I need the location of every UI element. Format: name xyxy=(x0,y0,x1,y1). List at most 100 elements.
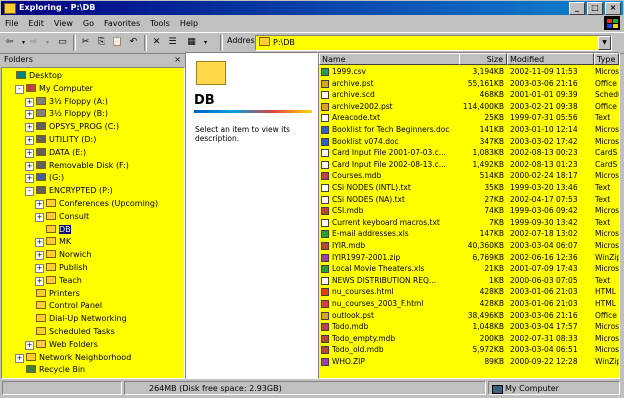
column-header-modified[interactable]: Modified xyxy=(507,53,594,65)
menu-file[interactable]: File xyxy=(0,16,23,31)
file-row[interactable]: nu_courses_2003_F.html 428KB 2003-01-06 21… xyxy=(319,298,619,310)
file-row[interactable]: Booklist v074.doc 347KB 2003-03-02 17:42 Mi… xyxy=(319,136,619,148)
tree-item[interactable]: Network Neighborhood xyxy=(26,352,131,364)
tree-item[interactable]: 3½ Floppy (A:) xyxy=(36,96,108,108)
undo-icon[interactable]: ↶ xyxy=(126,36,141,49)
file-row[interactable]: archive.scd 468KB 2001-01-01 09:39 Schedu xyxy=(319,89,619,101)
file-row[interactable]: Todo_empty.mdb 200KB 2002-07-31 08:33 Micro… xyxy=(319,333,619,345)
control-panel-icon xyxy=(36,301,46,310)
expand-toggle-icon[interactable]: + xyxy=(25,340,34,350)
expand-toggle-icon[interactable]: + xyxy=(25,110,34,120)
folder-icon xyxy=(46,211,56,220)
file-row[interactable]: outlook.pst 38,496KB 2003-03-06 21:16 Offic… xyxy=(319,310,619,322)
minimize-button[interactable]: _ xyxy=(569,2,585,15)
expand-toggle-icon[interactable]: + xyxy=(35,264,44,273)
expand-toggle-icon[interactable]: + xyxy=(25,148,34,158)
tree-item[interactable]: Removable Disk (F:) xyxy=(36,160,129,172)
tree-item[interactable]: Web Folders xyxy=(36,339,98,351)
views-icon[interactable]: ▦ xyxy=(184,36,199,49)
file-row[interactable]: Card Input File 2002-08-13.c... 1,492KB 20… xyxy=(319,159,619,171)
tree-item[interactable]: Scheduled Tasks xyxy=(36,326,115,338)
expand-toggle-icon[interactable]: - xyxy=(25,187,34,197)
address-dropdown-button[interactable]: ▼ xyxy=(598,36,611,50)
forward-icon[interactable]: ⇨ xyxy=(26,36,41,49)
tree-item[interactable]: Teach xyxy=(46,275,82,287)
file-row[interactable]: CSi NODES (INTL).txt 35KB 1999-03-20 13:46… xyxy=(319,182,619,194)
expand-toggle-icon[interactable]: + xyxy=(35,212,44,222)
tree-item[interactable]: 3½ Floppy (B:) xyxy=(36,108,108,120)
views-dropdown-icon[interactable]: ▾ xyxy=(198,36,213,49)
expand-toggle-icon[interactable]: + xyxy=(25,161,34,171)
expand-toggle-icon[interactable]: + xyxy=(15,353,24,363)
title-bar[interactable]: Exploring - P:\DB _ □ × xyxy=(1,1,623,15)
status-location: My Computer xyxy=(488,381,620,395)
tree-item[interactable]: Printers xyxy=(36,288,80,300)
tree-item[interactable]: Publish xyxy=(46,262,88,274)
close-pane-icon[interactable]: × xyxy=(174,54,181,66)
tree-item[interactable]: DB xyxy=(46,224,71,236)
paste-icon[interactable]: 📋 xyxy=(110,36,125,49)
file-row[interactable]: IYIR1997-2001.zip 6,769KB 2002-06-16 12:36… xyxy=(319,252,619,264)
maximize-button[interactable]: □ xyxy=(587,2,603,15)
file-row[interactable]: IYIR.mdb 40,360KB 2003-03-04 06:07 Micros xyxy=(319,240,619,252)
tree-item[interactable]: Dial-Up Networking xyxy=(36,313,127,325)
expand-toggle-icon[interactable]: - xyxy=(15,84,24,94)
menu-help[interactable]: Help xyxy=(175,16,203,31)
forward-dropdown-icon[interactable]: ▾ xyxy=(40,36,55,49)
file-row[interactable]: CSi NODES (NA).txt 27KB 2002-04-17 07:53 Te… xyxy=(319,194,619,206)
tree-item[interactable]: Control Panel xyxy=(36,300,102,312)
tree-item[interactable]: Norwich xyxy=(46,249,91,261)
expand-toggle-icon[interactable]: + xyxy=(35,276,44,286)
column-header-type[interactable]: Type xyxy=(594,53,619,65)
back-icon[interactable]: ⇦ xyxy=(2,36,17,49)
tree-item[interactable]: UTILITY (D:) xyxy=(36,134,96,146)
file-row[interactable]: Courses.mdb 514KB 2000-02-24 18:17 Micros xyxy=(319,170,619,182)
delete-icon[interactable]: ✕ xyxy=(149,36,164,49)
close-button[interactable]: × xyxy=(605,2,621,15)
menu-view[interactable]: View xyxy=(49,16,78,31)
tree-item[interactable]: Conferences (Upcoming) xyxy=(46,198,158,210)
file-row[interactable]: CSI.mdb 74KB 1999-03-06 09:42 Micros xyxy=(319,205,619,217)
file-row[interactable]: NEWS DISTRIBUTION REQ... 1KB 2000-06-03 07… xyxy=(319,275,619,287)
address-field[interactable]: P:\DB ▼ xyxy=(255,35,612,51)
expand-toggle-icon[interactable]: + xyxy=(35,238,44,248)
file-row[interactable]: E-mail addresses.xls 147KB 2002-07-18 13:0… xyxy=(319,228,619,240)
tree-item[interactable]: ENCRYPTED (P:) xyxy=(36,185,113,197)
column-header-size[interactable]: Size xyxy=(459,53,507,65)
menu-favorites[interactable]: Favorites xyxy=(99,16,145,31)
expand-toggle-icon[interactable]: + xyxy=(35,251,44,261)
file-row[interactable]: Current keyboard macros.txt 7KB 1999-09-30… xyxy=(319,217,619,229)
cut-icon[interactable]: ✂ xyxy=(78,36,93,49)
expand-toggle-icon[interactable]: + xyxy=(25,174,34,184)
menu-edit[interactable]: Edit xyxy=(23,16,49,31)
copy-icon[interactable]: ⎘ xyxy=(94,36,109,49)
tree-item[interactable]: MK xyxy=(46,236,71,248)
file-row[interactable]: Areacode.txt 25KB 1999-07-31 05:56 Text xyxy=(319,112,619,124)
file-row[interactable]: Todo_old.mdb 5,972KB 2003-03-04 06:51 Micro… xyxy=(319,344,619,356)
tree-item[interactable]: Recycle Bin xyxy=(26,364,85,376)
tree-item[interactable]: My Computer xyxy=(26,83,93,95)
file-row[interactable]: archive.pst 55,161KB 2003-03-06 21:16 Offic… xyxy=(319,78,619,90)
expand-toggle-icon[interactable]: + xyxy=(25,97,34,107)
file-row[interactable]: Local Movie Theaters.xls 21KB 2001-07-09 1… xyxy=(319,263,619,275)
expand-toggle-icon[interactable]: + xyxy=(25,123,34,133)
menu-tools[interactable]: Tools xyxy=(145,16,175,31)
file-row[interactable]: 1999.csv 3,194KB 2002-11-09 11:53 Micros xyxy=(319,66,619,78)
tree-item[interactable]: Consult xyxy=(46,211,89,223)
file-row[interactable]: Booklist for Tech Beginners.doc 141KB 2003… xyxy=(319,124,619,136)
file-row[interactable]: WHO.ZIP 89KB 2000-09-22 12:28 WinZip xyxy=(319,356,619,368)
menu-go[interactable]: Go xyxy=(78,16,99,31)
up-folder-icon[interactable]: ▭ xyxy=(55,36,70,49)
file-row[interactable]: archive2002.pst 114,400KB 2003-02-21 09:38… xyxy=(319,101,619,113)
tree-item[interactable]: (G:) xyxy=(36,172,64,184)
file-row[interactable]: Card Input File 2001-07-03.c... 1,083KB 20… xyxy=(319,147,619,159)
expand-toggle-icon[interactable]: + xyxy=(35,200,44,209)
tree-item[interactable]: Desktop xyxy=(16,70,62,82)
file-name: CSI.mdb xyxy=(332,206,364,216)
file-row[interactable]: nu_courses.html 428KB 2003-01-06 21:03 HTML xyxy=(319,286,619,298)
tree-item[interactable]: OPSYS_PROG (C:) xyxy=(36,121,119,133)
properties-icon[interactable]: ☰ xyxy=(165,36,180,49)
tree-item[interactable]: DATA (E:) xyxy=(36,147,86,159)
expand-toggle-icon[interactable]: + xyxy=(25,136,34,145)
file-row[interactable]: Todo.mdb 1,048KB 2003-03-04 17:57 Micros xyxy=(319,321,619,333)
